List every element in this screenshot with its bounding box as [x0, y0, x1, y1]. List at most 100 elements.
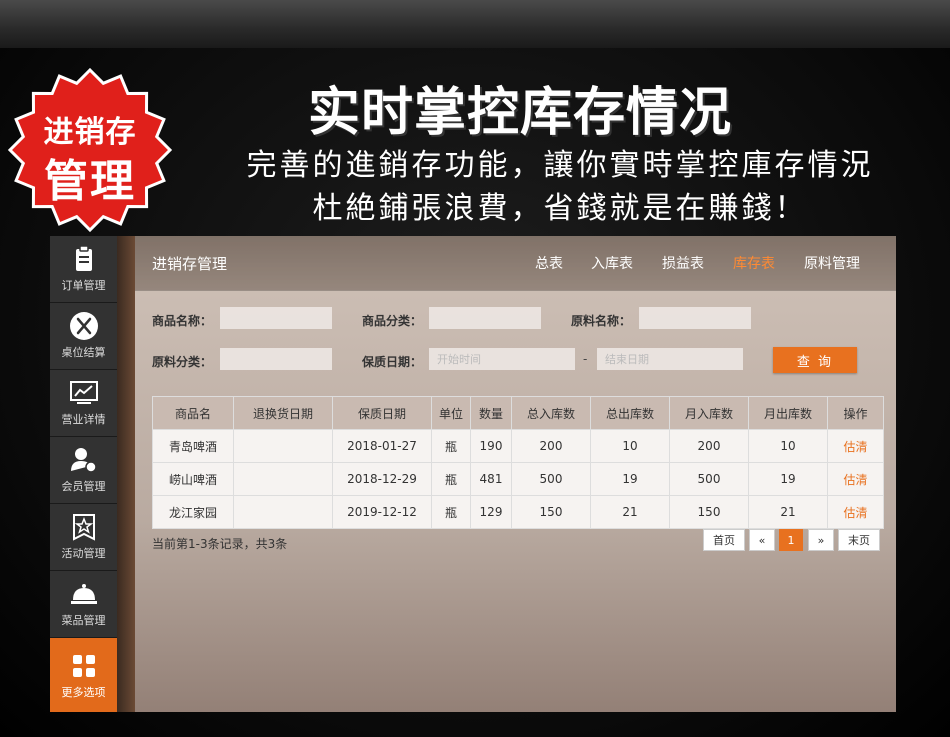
cell-shelf-date: 2018-01-27: [332, 429, 432, 463]
page-prev-button[interactable]: «: [749, 529, 775, 551]
cell-total-out: 19: [590, 462, 670, 496]
sidebar-item-label: 会员管理: [61, 480, 106, 493]
app-title: 进销存管理: [152, 255, 228, 273]
cell-return-date: [233, 462, 333, 496]
column-header: 数量: [470, 396, 512, 430]
sidebar-item-dishes[interactable]: 菜品管理: [50, 571, 117, 638]
badge-line2: 管理: [44, 156, 136, 207]
sidebar-item-orders[interactable]: 订单管理: [50, 236, 117, 303]
start-date-input[interactable]: [429, 348, 575, 370]
headline: 实时掌控库存情况: [307, 83, 732, 143]
tab-materials[interactable]: 原料管理: [804, 253, 860, 273]
sell-out-action[interactable]: 估清: [827, 495, 884, 529]
sidebar-item-label: 菜品管理: [61, 614, 106, 627]
cell-return-date: [233, 429, 333, 463]
sidebar-item-activities[interactable]: 活动管理: [50, 504, 117, 571]
promo-badge: 进销存 管理: [5, 65, 175, 235]
sidebar-item-label: 桌位结算: [61, 346, 106, 359]
cell-product: 龙江家园: [152, 495, 234, 529]
cell-month-in: 500: [669, 462, 749, 496]
material-name-input[interactable]: [639, 307, 751, 329]
main-panel: 进销存管理 总表 入库表 损益表 库存表 原料管理 商品名称： 商品分类： 原料…: [135, 236, 896, 712]
sell-out-action[interactable]: 估清: [827, 462, 884, 496]
grid-icon: [72, 655, 95, 677]
range-separator: -: [583, 352, 588, 366]
column-header: 保质日期: [332, 396, 432, 430]
cell-unit: 瓶: [431, 495, 471, 529]
cell-month-out: 21: [748, 495, 828, 529]
sidebar-item-label: 活动管理: [61, 547, 106, 560]
product-name-label: 商品名称：: [152, 314, 213, 328]
tab-profit-loss[interactable]: 损益表: [662, 253, 704, 273]
cell-return-date: [233, 495, 333, 529]
sidebar-item-label: 订单管理: [61, 279, 106, 292]
tab-inbound[interactable]: 入库表: [591, 253, 633, 273]
cell-product: 崂山啤酒: [152, 462, 234, 496]
cell-month-out: 19: [748, 462, 828, 496]
app-window: 订单管理 桌位结算 营业详情 会员管理 活动管理 菜品管理 更多选项 进销存管理…: [50, 236, 896, 712]
sidebar-item-label: 更多选项: [61, 686, 106, 699]
cell-month-in: 150: [669, 495, 749, 529]
cell-product: 青岛啤酒: [152, 429, 234, 463]
cell-month-in: 200: [669, 429, 749, 463]
product-category-label: 商品分类：: [362, 314, 423, 328]
column-header: 退换货日期: [233, 396, 333, 430]
sidebar: 订单管理 桌位结算 营业详情 会员管理 活动管理 菜品管理 更多选项: [50, 236, 117, 712]
cell-shelf-date: 2018-12-29: [332, 462, 432, 496]
cell-quantity: 190: [470, 429, 512, 463]
top-bar: 进销存管理 总表 入库表 损益表 库存表 原料管理: [135, 236, 896, 291]
cell-total-in: 200: [511, 429, 591, 463]
column-header: 月出库数: [748, 396, 828, 430]
column-header: 单位: [431, 396, 471, 430]
table-header-row: 商品名 退换货日期 保质日期 单位 数量 总入库数 总出库数 月入库数 月出库数…: [152, 396, 884, 430]
table-row: 龙江家园 2019-12-12 瓶 129 150 21 150 21 估清: [152, 495, 884, 529]
sidebar-item-more[interactable]: 更多选项: [50, 638, 117, 712]
star-badge-icon: [72, 514, 95, 541]
sidebar-item-table-checkout[interactable]: 桌位结算: [50, 303, 117, 370]
page-first-button[interactable]: 首页: [703, 529, 745, 551]
cell-total-out: 10: [590, 429, 670, 463]
sidebar-accent-strip: [117, 236, 135, 712]
column-header: 操作: [827, 396, 884, 430]
page-last-button[interactable]: 末页: [838, 529, 880, 551]
material-category-label: 原料分类：: [152, 355, 213, 369]
cell-quantity: 481: [470, 462, 512, 496]
sidebar-item-label: 营业详情: [61, 413, 106, 426]
cell-unit: 瓶: [431, 462, 471, 496]
member-icon: [70, 448, 97, 473]
sidebar-item-business[interactable]: 营业详情: [50, 370, 117, 437]
tab-inventory[interactable]: 库存表: [733, 253, 775, 273]
record-summary: 当前第1-3条记录，共3条: [152, 537, 288, 551]
cell-total-out: 21: [590, 495, 670, 529]
cell-total-in: 150: [511, 495, 591, 529]
top-band: [0, 0, 950, 48]
cell-total-in: 500: [511, 462, 591, 496]
table-row: 青岛啤酒 2018-01-27 瓶 190 200 10 200 10 估清: [152, 429, 884, 463]
column-header: 总出库数: [590, 396, 670, 430]
query-button[interactable]: 查 询: [773, 347, 857, 373]
cell-quantity: 129: [470, 495, 512, 529]
clipboard-icon: [75, 245, 92, 271]
product-name-input[interactable]: [220, 307, 332, 329]
utensils-icon: [69, 312, 98, 340]
table-row: 崂山啤酒 2018-12-29 瓶 481 500 19 500 19 估清: [152, 462, 884, 496]
column-header: 总入库数: [511, 396, 591, 430]
chart-monitor-icon: [69, 381, 98, 404]
tab-summary[interactable]: 总表: [535, 253, 563, 273]
cell-shelf-date: 2019-12-12: [332, 495, 432, 529]
subline-1: 完善的進銷存功能，讓你實時掌控庫存情況: [246, 148, 874, 183]
page-current-button[interactable]: 1: [779, 529, 803, 551]
column-header: 月入库数: [669, 396, 749, 430]
sidebar-item-members[interactable]: 会员管理: [50, 437, 117, 504]
cloche-icon: [70, 584, 97, 604]
subline-2: 杜絶鋪張浪費，省錢就是在賺錢！: [312, 191, 808, 226]
sell-out-action[interactable]: 估清: [827, 429, 884, 463]
material-name-label: 原料名称：: [571, 314, 632, 328]
cell-month-out: 10: [748, 429, 828, 463]
inventory-table: 商品名 退换货日期 保质日期 单位 数量 总入库数 总出库数 月入库数 月出库数…: [152, 396, 884, 529]
page-next-button[interactable]: »: [808, 529, 834, 551]
end-date-input[interactable]: [597, 348, 743, 370]
column-header: 商品名: [152, 396, 234, 430]
product-category-input[interactable]: [429, 307, 541, 329]
material-category-input[interactable]: [220, 348, 332, 370]
